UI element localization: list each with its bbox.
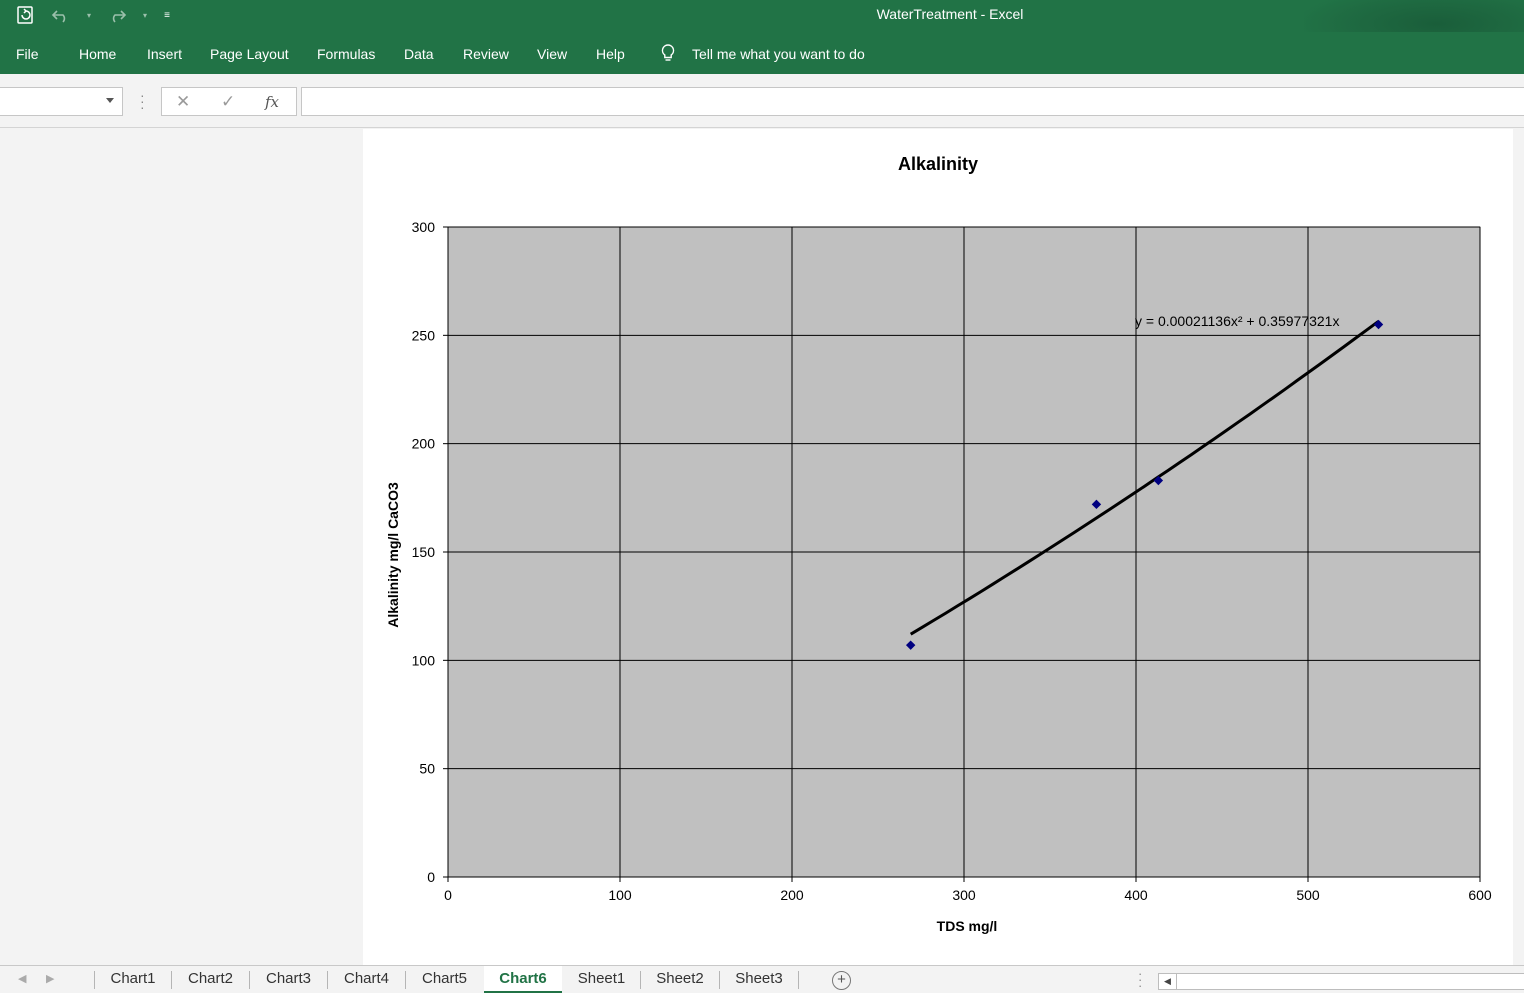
- trendline-equation-label[interactable]: y = 0.00021136x² + 0.35977321x: [1135, 313, 1339, 329]
- scrollbar-grip-icon[interactable]: · · ·: [1138, 967, 1142, 992]
- sheet-tab-chart1[interactable]: Chart1: [95, 966, 171, 993]
- name-box[interactable]: [0, 87, 123, 116]
- title-bar: ▾ ▾ ≡ WaterTreatment - Excel: [0, 0, 1524, 60]
- chart-title[interactable]: Alkalinity: [898, 154, 978, 174]
- tab-data[interactable]: Data: [404, 46, 434, 62]
- scroll-tabs-right-icon[interactable]: ▶: [46, 972, 54, 985]
- x-axis-tick-labels: 0 100 200 300 400 500 600: [444, 877, 1492, 903]
- y-tick-label: 250: [412, 327, 436, 343]
- x-tick-label: 0: [444, 887, 452, 903]
- window-title: WaterTreatment - Excel: [876, 6, 1024, 22]
- tab-separator: [798, 971, 799, 989]
- x-tick-label: 300: [952, 887, 976, 903]
- insert-function-icon[interactable]: fx: [265, 93, 279, 111]
- x-tick-label: 100: [608, 887, 632, 903]
- ribbon-tabs: File Home Insert Page Layout Formulas Da…: [0, 32, 1524, 74]
- chart-svg: Alkalinity 0 100 200 300 400 500 600 0 50 100 150…: [385, 154, 1492, 934]
- sheet-tab-chart3[interactable]: Chart3: [250, 966, 327, 993]
- add-sheet-icon[interactable]: +: [832, 971, 851, 990]
- x-tick-label: 200: [780, 887, 804, 903]
- scroll-left-icon[interactable]: ◀: [1159, 974, 1177, 989]
- chart-area[interactable]: Alkalinity 0 100 200 300 400 500 600 0 50 100 150…: [363, 129, 1513, 965]
- tab-home[interactable]: Home: [79, 46, 116, 62]
- tab-insert[interactable]: Insert: [147, 46, 182, 62]
- tab-page-layout[interactable]: Page Layout: [210, 46, 289, 62]
- tab-file[interactable]: File: [16, 46, 39, 62]
- y-axis-tick-labels: 0 50 100 150 200 250 300: [412, 219, 448, 885]
- sheet-tab-sheet3[interactable]: Sheet3: [720, 966, 798, 993]
- tab-review[interactable]: Review: [463, 46, 509, 62]
- y-tick-label: 150: [412, 544, 436, 560]
- lightbulb-icon[interactable]: [660, 43, 676, 66]
- x-tick-label: 500: [1296, 887, 1320, 903]
- x-tick-label: 600: [1468, 887, 1492, 903]
- formula-bar: · · · ✕ ✓ fx: [0, 74, 1524, 128]
- sheet-tab-chart2[interactable]: Chart2: [172, 966, 249, 993]
- tell-me-search[interactable]: Tell me what you want to do: [692, 46, 865, 62]
- formula-input[interactable]: [301, 87, 1524, 116]
- cancel-icon[interactable]: ✕: [176, 92, 190, 112]
- sheet-tab-chart4[interactable]: Chart4: [328, 966, 405, 993]
- y-tick-label: 200: [412, 436, 436, 452]
- tab-view[interactable]: View: [537, 46, 567, 62]
- sheet-tab-sheet1[interactable]: Sheet1: [563, 966, 640, 993]
- tab-formulas[interactable]: Formulas: [317, 46, 375, 62]
- y-tick-label: 300: [412, 219, 436, 235]
- name-box-dropdown-icon[interactable]: [106, 98, 114, 103]
- y-tick-label: 100: [412, 652, 436, 668]
- sheet-tab-chart5[interactable]: Chart5: [406, 966, 483, 993]
- tab-help[interactable]: Help: [596, 46, 625, 62]
- formula-bar-grip-icon[interactable]: · · ·: [140, 88, 145, 114]
- y-axis-label[interactable]: Alkalinity mg/l CaCO3: [385, 482, 401, 628]
- enter-check-icon[interactable]: ✓: [221, 92, 235, 112]
- x-axis-label[interactable]: TDS mg/l: [937, 918, 998, 934]
- y-tick-label: 0: [427, 869, 435, 885]
- chart-sheet-area: Alkalinity 0 100 200 300 400 500 600 0 50 100 150…: [0, 129, 1524, 965]
- y-tick-label: 50: [419, 761, 435, 777]
- scroll-tabs-left-icon[interactable]: ◀: [18, 972, 26, 985]
- sheet-tab-sheet2[interactable]: Sheet2: [641, 966, 719, 993]
- formula-buttons: ✕ ✓ fx: [161, 87, 297, 116]
- x-tick-label: 400: [1124, 887, 1148, 903]
- sheet-tab-chart6[interactable]: Chart6: [484, 966, 562, 993]
- horizontal-scrollbar[interactable]: ◀: [1158, 973, 1524, 990]
- sheet-tab-bar: ◀ ▶ Chart1 Chart2 Chart3 Chart4 Chart5 C…: [0, 965, 1524, 993]
